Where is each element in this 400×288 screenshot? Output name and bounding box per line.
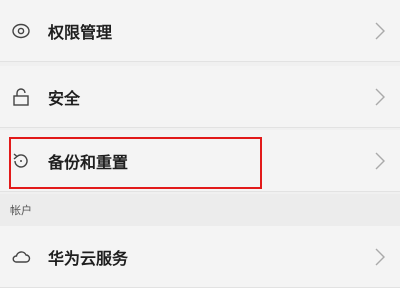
- section-header-account: 帐户: [0, 194, 400, 226]
- chevron-right-icon: [374, 87, 386, 107]
- settings-item-label: 安全: [48, 88, 81, 108]
- section-header-label: 帐户: [10, 204, 32, 217]
- backup-restore-icon: [10, 150, 32, 172]
- lock-icon: [10, 86, 32, 108]
- chevron-right-icon: [374, 247, 386, 267]
- chevron-right-icon: [374, 21, 386, 41]
- settings-item-label: 权限管理: [48, 22, 113, 42]
- settings-item-security[interactable]: 安全: [0, 66, 400, 128]
- settings-item-backup-reset[interactable]: 备份和重置: [0, 130, 400, 192]
- settings-item-permission-management[interactable]: 权限管理: [0, 0, 400, 62]
- chevron-right-icon: [374, 151, 386, 171]
- settings-item-label: 备份和重置: [48, 152, 129, 172]
- settings-item-label: 华为云服务: [48, 248, 129, 268]
- cloud-icon: [10, 246, 32, 268]
- fingerprint-icon: [10, 20, 32, 42]
- settings-item-huawei-cloud[interactable]: 华为云服务: [0, 226, 400, 288]
